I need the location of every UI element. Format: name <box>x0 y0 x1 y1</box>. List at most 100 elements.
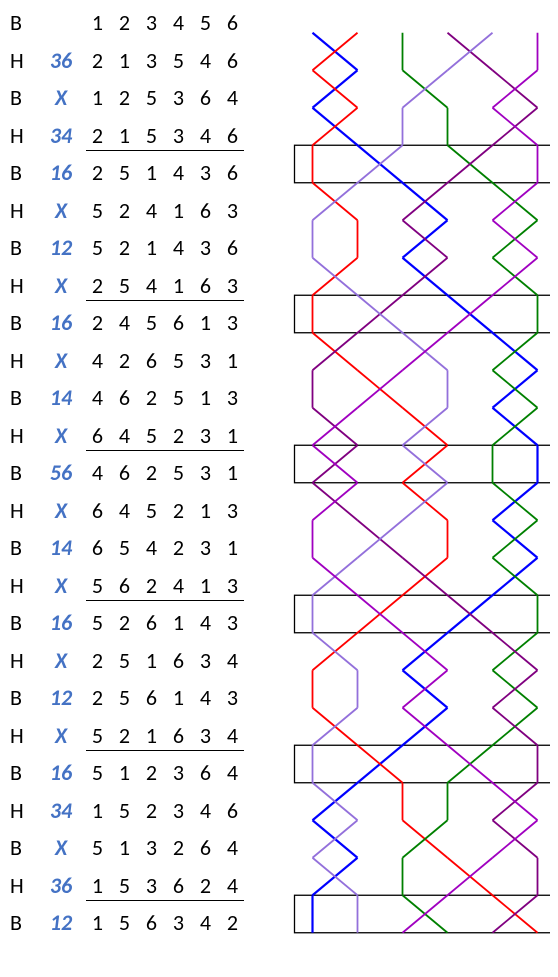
bell-position: 6 <box>165 309 192 336</box>
bell-position: 1 <box>138 234 165 261</box>
bell-position: 5 <box>138 122 165 149</box>
bell-position: 3 <box>138 9 165 36</box>
blue-line-diagram <box>290 14 550 964</box>
bell-position: 2 <box>84 47 111 74</box>
hand-label: B <box>8 309 38 336</box>
bell-position: 2 <box>111 9 138 36</box>
bell-position: 4 <box>111 497 138 524</box>
bell-position: 3 <box>138 872 165 899</box>
bell-position: 6 <box>84 422 111 449</box>
bell-position: 2 <box>138 384 165 411</box>
bell-position: 4 <box>192 122 219 149</box>
bell-position: 5 <box>165 347 192 374</box>
call-label: X <box>38 197 84 224</box>
table-row: H36213546 <box>8 42 246 80</box>
table-row: HX251634 <box>8 642 246 680</box>
bell-position: 5 <box>138 497 165 524</box>
bell-position: 1 <box>219 347 246 374</box>
bell-position: 6 <box>219 797 246 824</box>
bell-position: 4 <box>111 422 138 449</box>
hand-label: H <box>8 122 38 149</box>
bell-position: 3 <box>192 647 219 674</box>
bell-position: 5 <box>192 9 219 36</box>
bell-position: 4 <box>192 609 219 636</box>
bell-position: 6 <box>192 197 219 224</box>
bell-position: 5 <box>111 159 138 186</box>
bell-position: 2 <box>165 422 192 449</box>
call-label: 16 <box>38 309 84 336</box>
bell-position: 1 <box>165 609 192 636</box>
hand-label: B <box>8 459 38 486</box>
hand-label: H <box>8 197 38 224</box>
bell-position: 3 <box>165 84 192 111</box>
bell-position: 6 <box>84 534 111 561</box>
bell-position: 4 <box>84 384 111 411</box>
table-row: HX524163 <box>8 192 246 230</box>
bell-position: 4 <box>219 84 246 111</box>
bell-position: 2 <box>138 572 165 599</box>
table-row: HX426531 <box>8 342 246 380</box>
table-row: BX513264 <box>8 829 246 867</box>
bell-position: 2 <box>138 797 165 824</box>
hand-label: B <box>8 9 38 36</box>
call-label: 16 <box>38 759 84 786</box>
table-row: B123456 <box>8 4 246 42</box>
bell-position: 5 <box>138 309 165 336</box>
bell-position: 4 <box>219 647 246 674</box>
lead-end-rule <box>86 750 244 751</box>
bell-position: 4 <box>84 347 111 374</box>
call-label: 12 <box>38 234 84 261</box>
call-label: 14 <box>38 384 84 411</box>
bell-position: 1 <box>219 422 246 449</box>
bell-position: 5 <box>138 84 165 111</box>
bell-position: 5 <box>111 684 138 711</box>
bell-position: 6 <box>192 272 219 299</box>
table-row: HX562413 <box>8 567 246 605</box>
bell-position: 3 <box>165 909 192 936</box>
table-row: HX254163 <box>8 267 246 305</box>
call-label: X <box>38 834 84 861</box>
bell-position: 5 <box>84 609 111 636</box>
bell-position: 2 <box>111 722 138 749</box>
bell-position: 3 <box>219 309 246 336</box>
bell-position: 1 <box>138 159 165 186</box>
bell-position: 5 <box>84 759 111 786</box>
bell-position: 1 <box>111 759 138 786</box>
bell-position: 2 <box>165 834 192 861</box>
table-row: HX645231 <box>8 417 246 455</box>
table-row: B56462531 <box>8 454 246 492</box>
hand-label: H <box>8 572 38 599</box>
hand-label: H <box>8 422 38 449</box>
bell-position: 2 <box>165 534 192 561</box>
bell-position: 4 <box>219 722 246 749</box>
bell-position: 4 <box>219 759 246 786</box>
bell-position: 6 <box>138 347 165 374</box>
bell-position: 4 <box>165 234 192 261</box>
table-row: B14654231 <box>8 529 246 567</box>
table-row: B12521436 <box>8 229 246 267</box>
table-row: B14462513 <box>8 379 246 417</box>
bell-position: 5 <box>84 197 111 224</box>
hand-label: H <box>8 647 38 674</box>
bell-position: 3 <box>165 759 192 786</box>
bell-position: 3 <box>138 47 165 74</box>
bell-position: 1 <box>111 122 138 149</box>
bell-position: 5 <box>84 722 111 749</box>
hand-label: H <box>8 497 38 524</box>
bell-position: 5 <box>111 872 138 899</box>
bell-position: 5 <box>84 834 111 861</box>
hand-label: H <box>8 872 38 899</box>
hand-label: H <box>8 47 38 74</box>
bell-position: 3 <box>219 684 246 711</box>
call-label: 56 <box>38 459 84 486</box>
bell-position: 1 <box>165 197 192 224</box>
hand-label: B <box>8 759 38 786</box>
bell-position: 4 <box>84 459 111 486</box>
hand-label: B <box>8 384 38 411</box>
bell-position: 3 <box>165 797 192 824</box>
bell-position: 1 <box>111 47 138 74</box>
bell-position: 2 <box>111 234 138 261</box>
bell-position: 2 <box>192 872 219 899</box>
bell-position: 1 <box>192 497 219 524</box>
bell-position: 3 <box>165 122 192 149</box>
